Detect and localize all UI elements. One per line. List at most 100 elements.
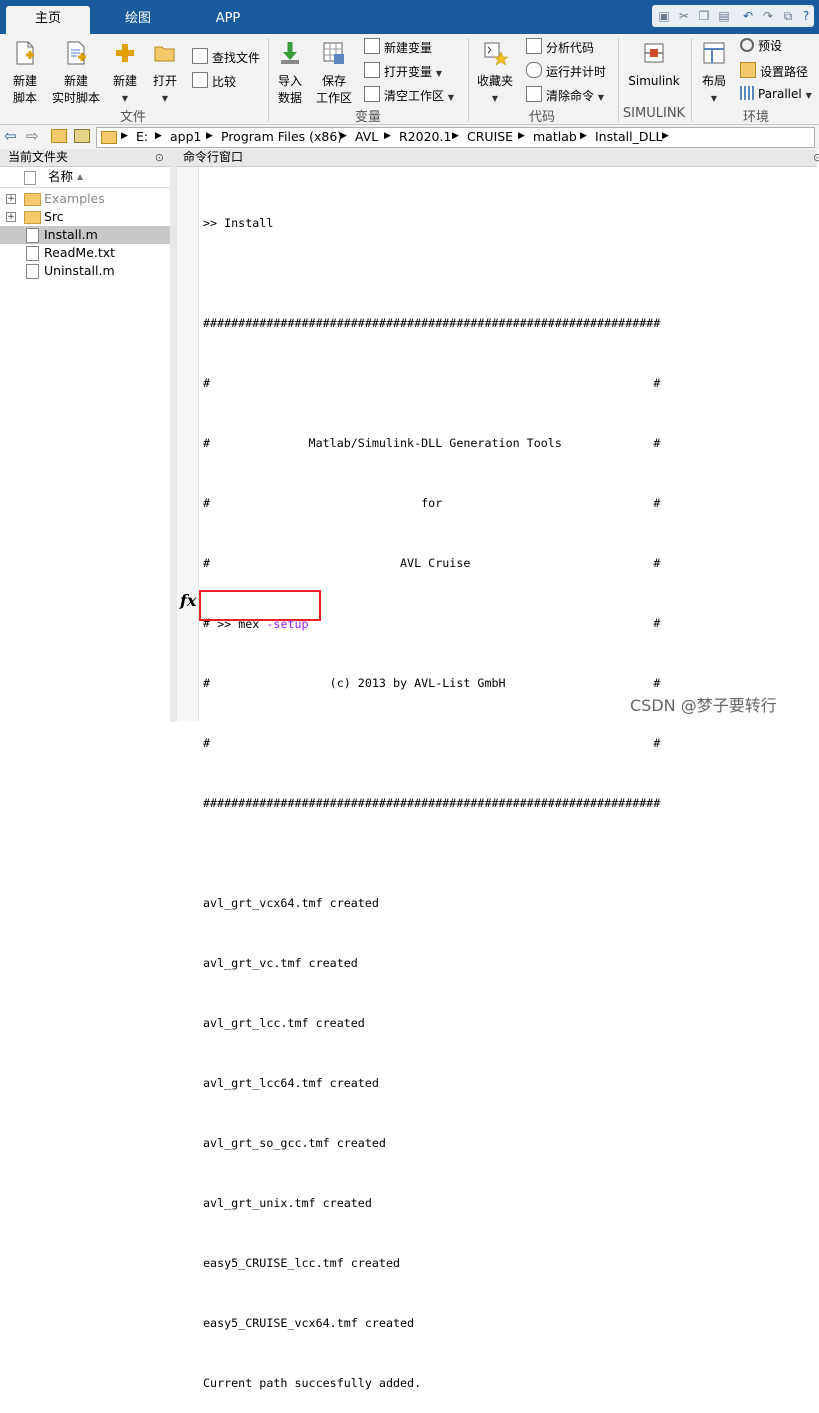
matlab-file-icon [26, 264, 39, 279]
panel-actions-icon[interactable]: ⊙ [813, 151, 819, 164]
breadcrumb-arrow-icon[interactable]: ▶ [580, 131, 587, 141]
tab-apps[interactable]: APP [186, 6, 270, 34]
breadcrumb-arrow-icon[interactable]: ▶ [452, 131, 459, 141]
file-row-install-selected[interactable]: Install.m [0, 226, 170, 244]
matlab-file-icon [26, 228, 39, 243]
new-variable-button[interactable]: 新建变量 [364, 38, 432, 57]
breadcrumb-arrow-icon[interactable]: ▶ [340, 131, 347, 141]
output-line: easy5_CRUISE_vcx64.tmf created [203, 1316, 415, 1330]
redo-icon[interactable]: ↷ [760, 8, 776, 24]
function-browser-icon[interactable]: fx [180, 591, 196, 610]
preferences-button[interactable]: 预设 [740, 38, 782, 55]
current-folder-header: 当前文件夹 ⊙ [0, 149, 170, 167]
breadcrumb-item[interactable]: Install_DLL [595, 128, 662, 145]
compare-icon [192, 72, 208, 88]
paste-icon[interactable]: ▤ [716, 8, 732, 24]
clear-workspace-button[interactable]: 清空工作区 ▼ [364, 86, 454, 106]
favorites-button[interactable]: 收藏夹 ▼ [474, 40, 516, 107]
command-input-line[interactable]: >> mex -setup [203, 594, 309, 634]
breadcrumb-arrow-icon[interactable]: ▶ [155, 131, 162, 141]
folder-icon [24, 193, 41, 206]
file-row-src[interactable]: + Src [0, 208, 170, 226]
favorites-label: 收藏夹 [476, 74, 513, 88]
output-line: # # [203, 736, 661, 750]
group-divider [268, 38, 269, 122]
output-line: avl_grt_lcc64.tmf created [203, 1076, 379, 1090]
find-files-button[interactable]: 查找文件 [192, 48, 260, 67]
save-icon[interactable]: ▣ [656, 8, 672, 24]
panel-splitter[interactable] [170, 149, 177, 722]
breadcrumb-arrow-icon[interactable]: ▶ [518, 131, 525, 141]
simulink-button[interactable]: Simulink [624, 40, 684, 90]
output-line: ########################################… [203, 796, 661, 810]
chevron-down-icon: ▼ [121, 94, 129, 103]
file-type-column-icon [24, 171, 36, 185]
preferences-label: 预设 [758, 39, 783, 53]
help-icon[interactable]: ? [798, 8, 814, 24]
breadcrumb-arrow-icon[interactable]: ▶ [662, 131, 669, 141]
set-path-button[interactable]: 设置路径 [740, 62, 808, 81]
breadcrumb-arrow-icon[interactable]: ▶ [384, 131, 391, 141]
file-row-examples[interactable]: + Examples [0, 190, 170, 208]
undo-icon[interactable]: ↶ [740, 8, 756, 24]
simulink-label: Simulink [628, 74, 680, 88]
analyze-code-button[interactable]: 分析代码 [526, 38, 594, 57]
tab-home[interactable]: 主页 [6, 6, 90, 34]
file-row-uninstall[interactable]: Uninstall.m [0, 262, 170, 280]
watermark: CSDN @梦子要转行 [630, 696, 777, 715]
folder-open-icon [154, 46, 175, 62]
breadcrumb-item[interactable]: app1 [170, 128, 201, 145]
new-button[interactable]: 新建 ▼ [108, 40, 142, 107]
analyze-code-label: 分析代码 [546, 41, 595, 55]
tab-plots[interactable]: 绘图 [96, 6, 180, 34]
breadcrumb-arrow-icon[interactable]: ▶ [206, 131, 213, 141]
browse-folder-icon[interactable] [74, 129, 90, 143]
compare-button[interactable]: 比较 [192, 72, 236, 91]
chevron-down-icon: ▼ [710, 94, 718, 103]
cut-icon[interactable]: ✂ [676, 8, 692, 24]
breadcrumb-item[interactable]: R2020.1 [399, 128, 451, 145]
breadcrumb-item[interactable]: matlab [533, 128, 577, 145]
simulink-icon [644, 43, 664, 63]
name-column-header[interactable]: 名称 [48, 167, 73, 187]
back-arrow-icon[interactable]: ⇦ [4, 127, 17, 145]
import-data-button[interactable]: 导入 数据 [272, 40, 308, 107]
output-line: ########################################… [203, 316, 661, 330]
layout-button[interactable]: 布局 ▼ [696, 40, 732, 107]
run-and-time-label: 运行并计时 [546, 65, 607, 79]
new-live-script-button[interactable]: 新建 实时脚本 [50, 40, 102, 107]
parallel-button[interactable]: Parallel ▼ [740, 86, 812, 104]
save-workspace-icon [323, 42, 344, 64]
run-and-time-button[interactable]: 运行并计时 [526, 62, 606, 81]
breadcrumb-item[interactable]: Program Files (x86) [221, 128, 342, 145]
open-variable-button[interactable]: 打开变量 ▼ [364, 62, 442, 82]
new-label: 新建 [112, 74, 137, 88]
breadcrumb-item[interactable]: CRUISE [467, 128, 513, 145]
up-folder-icon[interactable] [51, 129, 67, 143]
expand-icon[interactable]: + [6, 194, 16, 204]
panel-actions-icon[interactable]: ⊙ [155, 149, 164, 166]
set-path-icon [740, 62, 756, 78]
command-input[interactable]: mex [238, 617, 259, 631]
clear-workspace-icon [364, 86, 380, 102]
new-script-button[interactable]: 新建 脚本 [4, 40, 46, 107]
command-window-title: 命令行窗口 [183, 150, 244, 164]
switch-windows-icon[interactable]: ⧉ [780, 8, 796, 24]
breadcrumb-item[interactable]: E: [136, 128, 148, 145]
column-header: 名称 ▲ [0, 167, 170, 188]
folder-icon [24, 211, 41, 224]
gear-icon [740, 38, 754, 52]
open-button[interactable]: 打开 ▼ [148, 40, 182, 107]
copy-icon[interactable]: ❐ [696, 8, 712, 24]
breadcrumb-arrow-icon[interactable]: ▶ [121, 131, 128, 141]
expand-icon[interactable]: + [6, 212, 16, 222]
forward-arrow-icon[interactable]: ⇨ [26, 127, 39, 145]
output-line: # for # [203, 496, 661, 510]
new-plus-icon [116, 44, 134, 62]
command-window-header: 命令行窗口 [177, 149, 817, 167]
command-argument[interactable]: -setup [266, 617, 308, 631]
save-workspace-button[interactable]: 保存 工作区 [312, 40, 356, 107]
file-row-readme[interactable]: ReadMe.txt [0, 244, 170, 262]
breadcrumb-item[interactable]: AVL [355, 128, 378, 145]
clear-commands-button[interactable]: 清除命令 ▼ [526, 86, 604, 106]
